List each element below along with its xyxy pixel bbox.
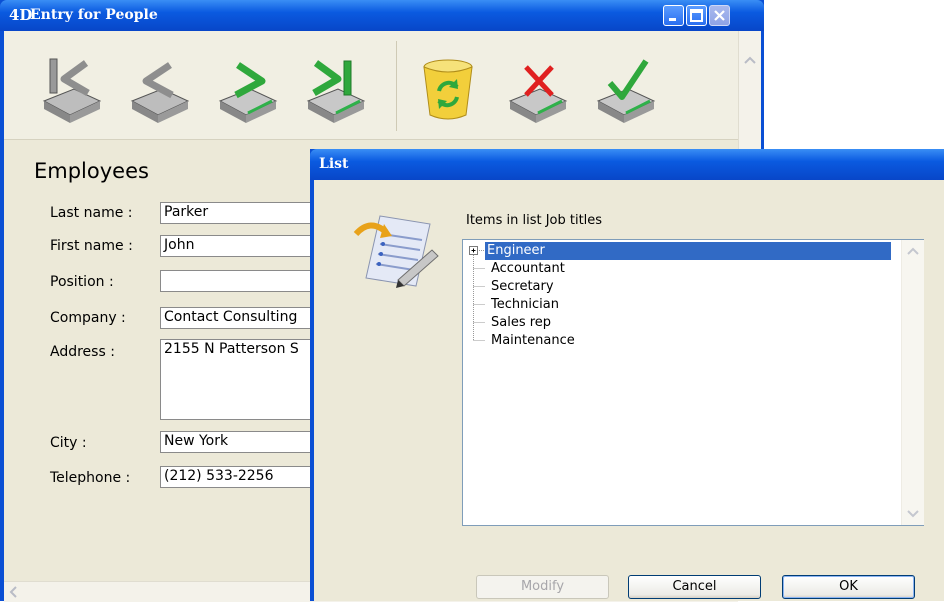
last-record-button[interactable] (300, 53, 370, 123)
ok-button[interactable]: OK (782, 575, 915, 599)
scroll-up-icon[interactable] (740, 51, 760, 71)
previous-record-button[interactable] (124, 53, 194, 123)
app-logo-icon: 4D (9, 6, 33, 24)
minimize-icon (669, 18, 676, 21)
accept-record-button[interactable] (590, 53, 660, 123)
previous-record-icon (130, 62, 190, 123)
form-title: Employees (34, 159, 149, 183)
minimize-button[interactable] (663, 5, 684, 26)
record-toolbar (4, 31, 738, 140)
telephone-field[interactable]: (212) 533-2256 (160, 466, 314, 488)
close-icon (714, 10, 725, 21)
first-name-label: First name : (50, 238, 133, 254)
list-scroll-up-icon[interactable] (903, 242, 923, 262)
window-title: Entry for People (30, 7, 158, 23)
job-titles-tree[interactable]: Engineer Accountant Secretary Technician… (462, 239, 924, 526)
company-label: Company : (50, 310, 126, 326)
list-dialog-body: Items in list Job titles Engineer Accoun… (314, 180, 944, 601)
cancel-x-icon (508, 65, 568, 123)
delete-record-button[interactable] (414, 53, 484, 123)
list-item-engineer[interactable]: Engineer (485, 242, 891, 260)
list-scroll-down-icon[interactable] (903, 503, 923, 523)
maximize-button[interactable] (686, 5, 707, 26)
city-label: City : (50, 435, 87, 451)
scroll-left-icon[interactable] (4, 582, 24, 602)
first-record-icon (42, 58, 102, 123)
list-dialog-titlebar[interactable]: List (310, 149, 944, 180)
cancel-record-button[interactable] (502, 53, 572, 123)
company-field[interactable]: Contact Consulting (160, 307, 314, 329)
toolbar-separator (396, 41, 397, 131)
next-record-button[interactable] (212, 53, 282, 123)
modify-button[interactable]: Modify (476, 575, 609, 599)
last-name-label: Last name : (50, 205, 133, 221)
last-name-field[interactable]: Parker (160, 202, 314, 224)
list-dialog-title: List (319, 156, 349, 172)
list-item-sales-rep[interactable]: Sales rep (491, 314, 551, 332)
telephone-label: Telephone : (50, 470, 131, 486)
list-editor-icon (353, 215, 439, 288)
next-record-icon (218, 62, 278, 123)
trash-recycle-icon (423, 59, 473, 120)
position-field[interactable] (160, 270, 314, 292)
cancel-button[interactable]: Cancel (628, 575, 761, 599)
maximize-icon (690, 9, 703, 22)
accept-check-icon (596, 59, 656, 123)
list-item-technician[interactable]: Technician (491, 296, 559, 314)
city-field[interactable]: New York (160, 431, 314, 453)
list-caption: Items in list Job titles (466, 213, 603, 228)
position-label: Position : (50, 274, 114, 290)
address-field[interactable]: 2155 N Patterson S (160, 339, 314, 420)
first-record-button[interactable] (36, 53, 106, 123)
list-vertical-scrollbar[interactable] (901, 240, 924, 525)
last-record-icon (306, 60, 366, 123)
list-item-accountant[interactable]: Accountant (491, 260, 565, 278)
list-item-maintenance[interactable]: Maintenance (491, 332, 575, 350)
list-item-secretary[interactable]: Secretary (491, 278, 554, 296)
address-label: Address : (50, 344, 115, 360)
list-dialog: List Items in list Job titles Engineer A… (310, 149, 944, 601)
entry-window-titlebar[interactable]: 4D Entry for People (0, 0, 764, 31)
first-name-field[interactable]: John (160, 235, 314, 257)
close-button[interactable] (709, 5, 730, 26)
